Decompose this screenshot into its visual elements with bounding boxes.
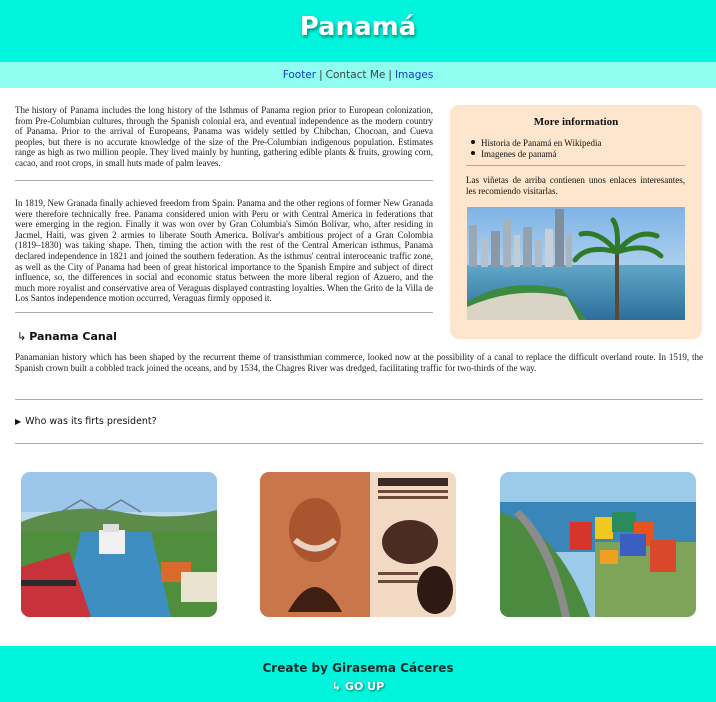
bullet-icon — [471, 140, 475, 144]
biomuseo-image — [500, 472, 696, 617]
images-link[interactable]: Imagenes de panamá — [481, 149, 556, 159]
disclosure-triangle-icon: ▶ — [15, 417, 22, 426]
more-info-list: Historia de Panamá en Wikipedia Imagenes… — [471, 138, 601, 159]
canal-paragraph: Panamanian history which has been shaped… — [15, 352, 703, 373]
list-item[interactable]: Historia de Panamá en Wikipedia — [471, 138, 601, 149]
site-header: Panamá — [0, 0, 716, 62]
canal-heading-text: Panama Canal — [29, 330, 117, 343]
return-arrow-icon: ↳ — [17, 330, 27, 343]
nav-link-images[interactable]: Images — [395, 69, 433, 81]
disclosure-summary: Who was its firts president? — [25, 416, 157, 427]
divider — [15, 312, 433, 313]
site-footer: Create by Girasema Cáceres ↳ GO UP — [0, 646, 716, 702]
wikipedia-link[interactable]: Historia de Panamá en Wikipedia — [481, 138, 601, 148]
top-nav: Footer | Contact Me | Images — [0, 62, 716, 88]
bullet-icon — [471, 150, 475, 155]
canal-heading: ↳ Panama Canal — [17, 330, 117, 343]
nav-separator: | — [388, 69, 392, 81]
panama-city-skyline-image — [467, 207, 685, 320]
canal-locks-image — [21, 472, 217, 617]
divider — [466, 165, 685, 166]
more-info-title: More information — [533, 116, 619, 128]
nav-separator: | — [319, 69, 323, 81]
history-paragraph-1: The history of Panama includes the long … — [15, 105, 433, 168]
more-info-note: Las viñetas de arriba contienen unos enl… — [466, 175, 685, 196]
divider — [15, 399, 703, 400]
history-paragraph-2: In 1819, New Granada finally achieved fr… — [15, 198, 433, 304]
nav-link-footer[interactable]: Footer — [283, 69, 316, 81]
divider — [15, 180, 433, 181]
page-title: Panamá — [299, 12, 417, 42]
go-up-link[interactable]: ↳ GO UP — [332, 680, 384, 693]
divider — [15, 443, 703, 444]
more-info-panel: More information Historia de Panamá en W… — [450, 105, 702, 339]
list-item[interactable]: Imagenes de panamá — [471, 149, 601, 160]
author-credit: Create by Girasema Cáceres — [262, 661, 454, 675]
go-up-link-wrapper: ↳ GO UP — [0, 680, 716, 693]
first-president-collage-image — [260, 472, 456, 617]
nav-link-contact[interactable]: Contact Me — [326, 69, 386, 81]
president-disclosure[interactable]: ▶ Who was its firts president? — [15, 416, 157, 427]
